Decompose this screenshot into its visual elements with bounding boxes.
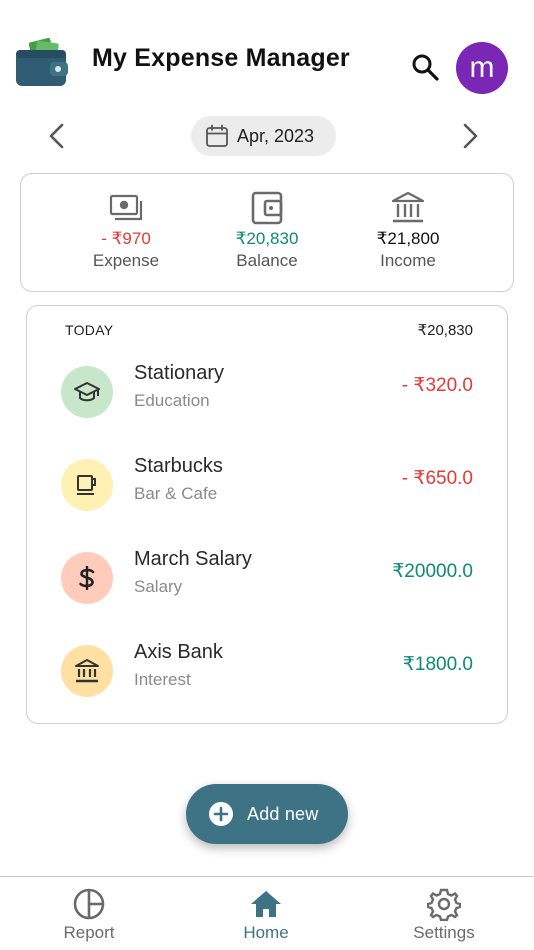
category-icon-badge [61, 459, 113, 511]
nav-item-settings[interactable]: Settings [389, 887, 499, 943]
expense-label: Expense [92, 251, 160, 270]
chevron-left-icon[interactable] [42, 120, 72, 152]
transaction-title: Stationary [134, 362, 225, 384]
category-icon-badge [61, 552, 113, 604]
bottom-nav: Report Home Settings [0, 876, 534, 950]
avatar[interactable]: m [456, 42, 508, 94]
month-label: Apr, 2023 [237, 125, 315, 146]
transaction-category: Bar & Cafe [134, 484, 218, 503]
wallet-icon [16, 38, 68, 86]
nav-label: Report [63, 923, 115, 942]
cash-icon [109, 194, 143, 221]
app-title: My Expense Manager [92, 44, 350, 72]
transaction-amount: ₹1800.0 [402, 654, 473, 675]
nav-label: Home [243, 923, 289, 942]
balance-summary: ₹20,830 Balance [192, 190, 342, 272]
plus-circle-icon [209, 802, 233, 826]
expense-amount: - ₹970 [101, 229, 151, 248]
balance-label: Balance [236, 251, 298, 270]
month-picker-button[interactable]: Apr, 2023 [191, 116, 336, 156]
transaction-row[interactable]: Axis Bank Interest ₹1800.0 [27, 637, 507, 707]
income-label: Income [380, 251, 436, 270]
graduation-cap-icon [74, 382, 100, 402]
transaction-row[interactable]: Starbucks Bar & Cafe - ₹650.0 [27, 451, 507, 521]
nav-label: Settings [413, 923, 475, 942]
transaction-category: Interest [134, 670, 191, 689]
transaction-row[interactable]: March Salary Salary ₹20000.0 [27, 544, 507, 614]
transaction-row[interactable]: Stationary Education - ₹320.0 [27, 358, 507, 428]
bank-icon [75, 659, 99, 683]
pie-chart-icon [73, 888, 105, 920]
category-icon-badge [61, 645, 113, 697]
income-summary: ₹21,800 Income [333, 190, 483, 272]
coffee-cup-icon [77, 475, 96, 495]
transaction-amount: ₹20000.0 [392, 561, 473, 582]
month-selector: Apr, 2023 [0, 114, 534, 158]
expense-summary: - ₹970 Expense [51, 190, 201, 272]
balance-amount: ₹20,830 [235, 229, 299, 248]
nav-item-report[interactable]: Report [34, 887, 144, 943]
bank-icon [391, 191, 425, 223]
transaction-category: Salary [134, 577, 183, 596]
transaction-title: Starbucks [134, 455, 223, 477]
income-amount: ₹21,800 [376, 229, 440, 248]
wallet-icon [251, 191, 283, 225]
category-icon-badge [61, 366, 113, 418]
day-label: TODAY [65, 322, 114, 338]
home-icon [251, 891, 281, 917]
summary-card: - ₹970 Expense ₹20,830 Balance ₹21,800 I… [20, 173, 514, 292]
transaction-title: March Salary [134, 548, 252, 570]
dollar-icon [79, 566, 95, 590]
transaction-title: Axis Bank [134, 641, 223, 663]
avatar-letter: m [469, 51, 495, 84]
nav-item-home[interactable]: Home [211, 887, 321, 943]
app-header: My Expense Manager m [0, 0, 534, 120]
transactions-card: TODAY ₹20,830 Stationary Education - ₹32… [26, 305, 508, 724]
calendar-icon [206, 124, 228, 147]
day-total: ₹20,830 [417, 322, 473, 339]
add-new-button[interactable]: Add new [186, 784, 348, 844]
transaction-category: Education [134, 391, 210, 410]
transaction-amount: - ₹320.0 [401, 375, 473, 396]
search-icon[interactable] [410, 52, 440, 82]
chevron-right-icon[interactable] [455, 120, 485, 152]
gear-icon [427, 888, 461, 921]
transaction-amount: - ₹650.0 [401, 468, 473, 489]
add-new-label: Add new [247, 803, 319, 824]
